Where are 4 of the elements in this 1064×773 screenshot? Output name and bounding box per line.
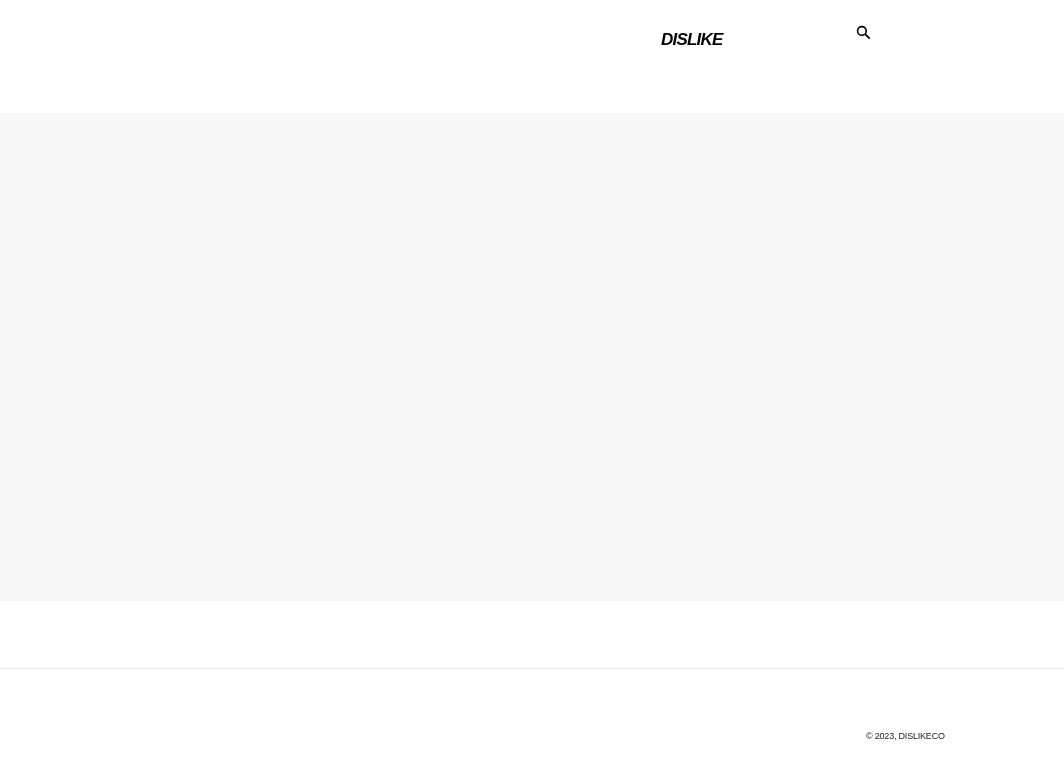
copyright-text: © 2023, DISLIKECO <box>866 731 945 741</box>
search-button[interactable] <box>856 25 873 41</box>
search-icon <box>856 25 872 40</box>
logo[interactable]: DISLIKE <box>661 29 723 51</box>
